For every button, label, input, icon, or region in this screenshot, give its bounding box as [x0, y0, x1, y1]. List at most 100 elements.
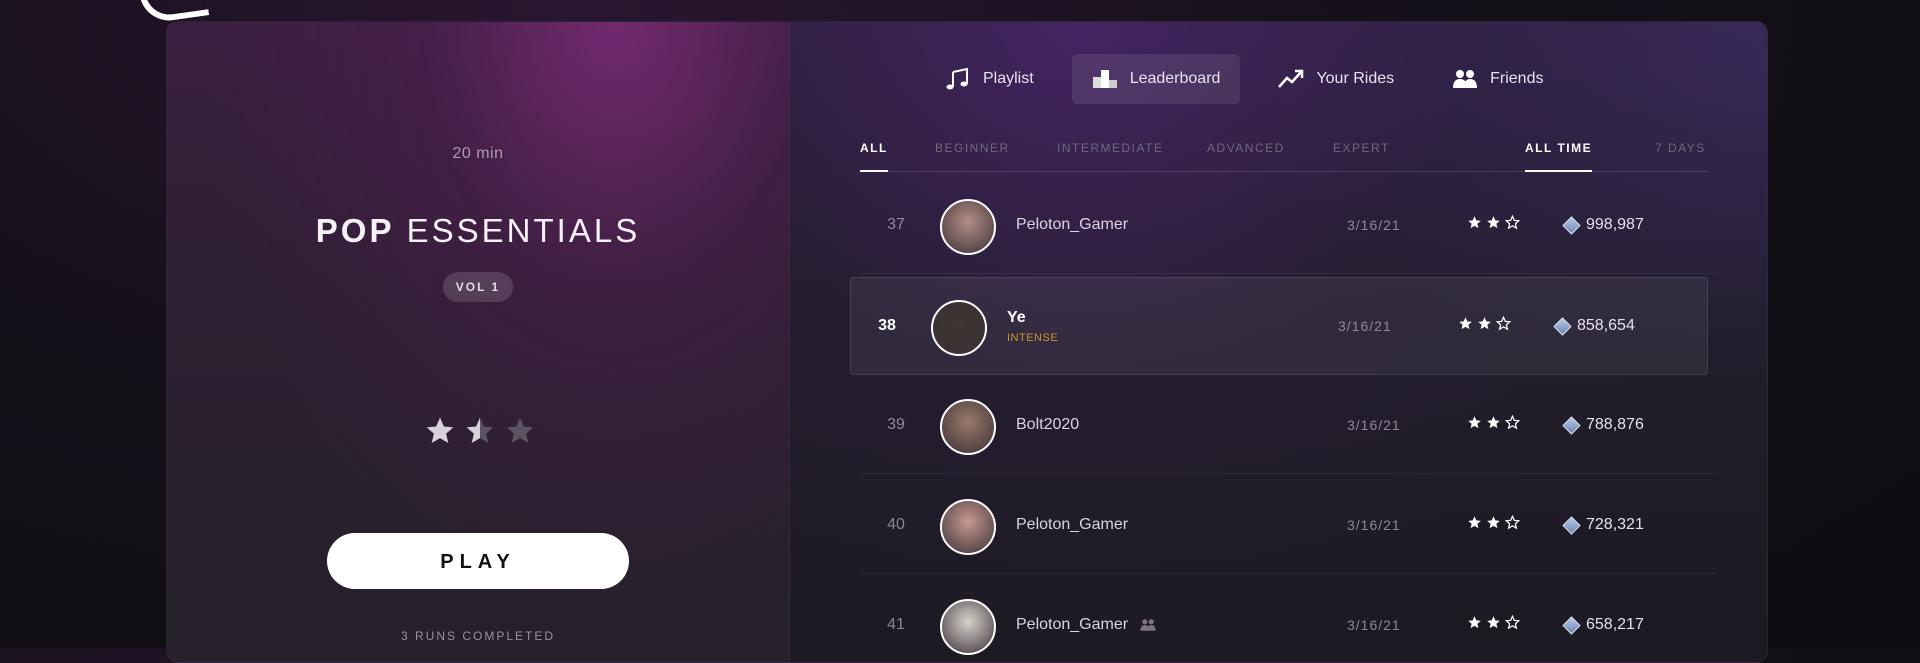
ride-date: 3/16/21	[1347, 417, 1401, 433]
difficulty-star-icon	[466, 417, 494, 443]
score-value: 658,217	[1586, 616, 1644, 633]
star-filled-icon	[1459, 317, 1472, 330]
row-rank: 39	[887, 416, 905, 433]
avatar[interactable]	[940, 599, 996, 655]
rider-name[interactable]: Bolt2020	[1016, 416, 1079, 434]
trending-up-icon	[1278, 69, 1304, 88]
score-value: 858,654	[1577, 317, 1635, 334]
star-filled-icon	[1478, 317, 1491, 330]
score-value: 788,876	[1586, 416, 1644, 433]
leaderboard-row[interactable]: 38 Ye INTENSE 3/16/21 858,654	[850, 277, 1708, 375]
row-score: 998,987	[1562, 177, 1644, 273]
star-filled-icon	[1468, 416, 1481, 429]
music-note-icon	[946, 68, 968, 90]
rider-info: Peloton_Gamer	[1016, 177, 1128, 273]
rider-info: Bolt2020	[1016, 377, 1079, 473]
filter-intermediate[interactable]: INTERMEDIATE	[1057, 141, 1163, 171]
rider-info: Peloton_Gamer	[1016, 477, 1128, 573]
runs-completed: 3 RUNS COMPLETED	[400, 629, 556, 643]
tab-leaderboard[interactable]: Leaderboard	[1071, 54, 1241, 104]
difficulty-star-icon	[426, 417, 454, 443]
leaderboard-row[interactable]: 39 Bolt2020 3/16/21 788,876	[860, 377, 1718, 474]
filter-all-time[interactable]: ALL TIME	[1525, 141, 1593, 172]
row-score: 728,321	[1562, 477, 1644, 573]
star-outline-icon	[1505, 415, 1520, 430]
diamond-icon	[1553, 316, 1572, 336]
tab-friends-label: Friends	[1490, 70, 1544, 87]
friends-icon	[1140, 619, 1156, 631]
star-filled-icon	[1468, 616, 1481, 629]
rider-info: Peloton_Gamer	[1016, 577, 1158, 662]
ride-duration: 20 min	[452, 145, 504, 162]
tab-your-rides[interactable]: Your Rides	[1258, 54, 1414, 104]
leaderboard-row[interactable]: 41 Peloton_Gamer 3/16/21 658,217	[860, 577, 1718, 662]
row-rank: 40	[887, 516, 905, 533]
friends-icon	[1453, 70, 1478, 88]
star-outline-icon	[1505, 615, 1520, 630]
diamond-icon	[1562, 615, 1581, 635]
rider-name-line: Ye	[1007, 309, 1058, 327]
star-filled-icon	[1487, 516, 1500, 529]
avatar[interactable]	[940, 199, 996, 255]
star-outline-icon	[1496, 316, 1511, 331]
row-rating	[1458, 316, 1511, 331]
row-rating	[1467, 415, 1520, 430]
diamond-icon	[1562, 515, 1581, 535]
rider-name-line: Bolt2020	[1016, 416, 1079, 434]
ride-date: 3/16/21	[1347, 617, 1401, 633]
rider-name[interactable]: Peloton_Gamer	[1016, 216, 1128, 234]
leaderboard-row[interactable]: 40 Peloton_Gamer 3/16/21 728,321	[860, 477, 1718, 574]
ride-title-rest: ESSENTIALS	[406, 212, 641, 249]
diamond-icon	[1562, 415, 1581, 435]
ride-date: 3/16/21	[1347, 217, 1401, 233]
star-filled-icon	[1468, 516, 1481, 529]
tab-friends[interactable]: Friends	[1432, 54, 1563, 104]
avatar[interactable]	[940, 499, 996, 555]
rider-name[interactable]: Ye	[1007, 309, 1026, 327]
diamond-icon	[1562, 215, 1581, 235]
play-button[interactable]: PLAY	[327, 533, 629, 589]
filter-bar: ALL BEGINNER INTERMEDIATE ADVANCED EXPER…	[860, 141, 1708, 172]
rider-name-line: Peloton_Gamer	[1016, 216, 1128, 234]
ride-date: 3/16/21	[1338, 318, 1392, 334]
filter-all[interactable]: ALL	[860, 141, 888, 172]
row-rating	[1467, 215, 1520, 230]
volume-badge: VOL 1	[443, 272, 513, 302]
filter-7-days[interactable]: 7 DAYS	[1655, 141, 1706, 171]
rider-name[interactable]: Peloton_Gamer	[1016, 616, 1128, 634]
ride-info-pane: 20 min POP ESSENTIALS VOL 1 PLAY 3 RUNS …	[167, 22, 790, 662]
filter-advanced[interactable]: ADVANCED	[1207, 141, 1285, 171]
star-outline-icon	[1505, 215, 1520, 230]
filter-beginner[interactable]: BEGINNER	[935, 141, 1010, 171]
star-filled-icon	[1468, 216, 1481, 229]
ride-date: 3/16/21	[1347, 517, 1401, 533]
avatar[interactable]	[940, 399, 996, 455]
row-score: 788,876	[1562, 377, 1644, 473]
tab-bar: Playlist Leaderboard Your Rides Friends	[925, 54, 1581, 104]
row-rating	[1467, 615, 1520, 630]
rider-info: Ye INTENSE	[1007, 278, 1058, 374]
rider-name-line: Peloton_Gamer	[1016, 516, 1128, 534]
podium-icon	[1092, 70, 1117, 88]
row-score: 658,217	[1562, 577, 1644, 662]
row-rank: 37	[887, 216, 905, 233]
difficulty-rating	[415, 415, 545, 455]
star-filled-icon	[1487, 616, 1500, 629]
star-filled-icon	[1487, 216, 1500, 229]
star-filled-icon	[1487, 416, 1500, 429]
avatar[interactable]	[931, 300, 987, 356]
star-outline-icon	[1505, 515, 1520, 530]
ride-title-bold: POP	[315, 212, 395, 249]
tab-your-rides-label: Your Rides	[1316, 70, 1395, 87]
rider-name[interactable]: Peloton_Gamer	[1016, 516, 1128, 534]
tab-playlist[interactable]: Playlist	[925, 54, 1054, 104]
score-value: 998,987	[1586, 216, 1644, 233]
leaderboard-row[interactable]: 37 Peloton_Gamer 3/16/21 998,987	[860, 177, 1718, 274]
row-score: 858,654	[1553, 278, 1635, 374]
filter-expert[interactable]: EXPERT	[1333, 141, 1390, 171]
leaderboard-pane: Playlist Leaderboard Your Rides Friends …	[790, 22, 1767, 662]
tab-leaderboard-label: Leaderboard	[1129, 70, 1221, 87]
row-rating	[1467, 515, 1520, 530]
rider-tag: INTENSE	[1007, 331, 1059, 344]
ride-detail-panel: 20 min POP ESSENTIALS VOL 1 PLAY 3 RUNS …	[166, 21, 1768, 663]
